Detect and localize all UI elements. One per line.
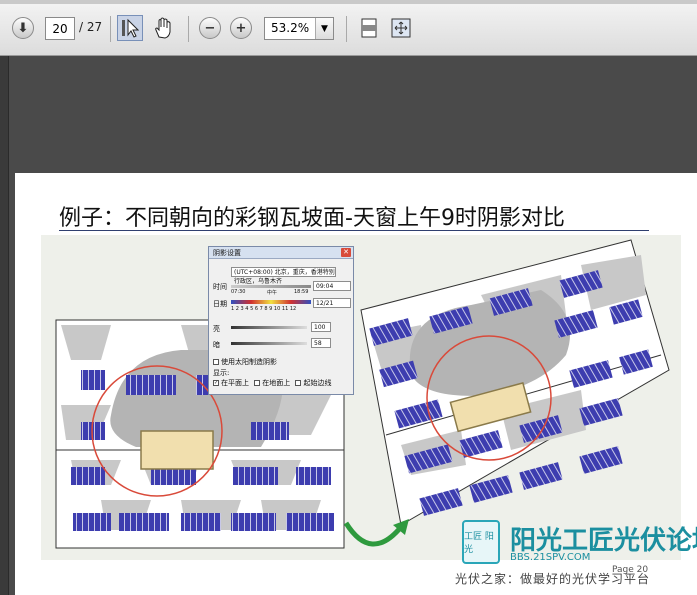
toolbar-top-strip <box>0 0 697 4</box>
fit-width-button[interactable] <box>356 15 382 41</box>
minus-icon: − <box>199 17 221 39</box>
hand-tool-button[interactable] <box>150 15 176 41</box>
timezone-select: (UTC+08:00) 北京，重庆，香港特别行政区，乌鲁木齐 <box>231 267 336 285</box>
checked-icon: ✓ <box>213 380 219 386</box>
close-icon: ✕ <box>341 248 351 257</box>
toolbar-separator <box>188 16 189 42</box>
page-number-input[interactable]: 20 <box>45 17 75 40</box>
title-underline <box>59 230 649 231</box>
time-label: 时间 <box>213 283 227 291</box>
dark-label: 暗 <box>213 341 220 349</box>
date-value: 12/21 <box>313 298 351 308</box>
shadow-comparison-figure <box>41 235 681 560</box>
footer-slogan: 光伏之家：做最好的光伏学习平台 <box>455 572 651 586</box>
north-south-roof <box>360 239 670 526</box>
checkbox-icon <box>295 380 302 386</box>
zoom-level-value: 53.2% <box>271 21 310 35</box>
time-slider <box>231 285 311 288</box>
zoom-level-select[interactable]: 53.2% ▼ <box>264 17 334 40</box>
date-slider <box>231 300 311 304</box>
light-value: 100 <box>311 322 331 332</box>
hand-icon <box>155 17 171 39</box>
dark-value: 58 <box>311 338 331 348</box>
display-label: 显示: <box>213 369 230 377</box>
arrow-down-icon: ⬇ <box>12 17 34 39</box>
time-mid: 中午 <box>267 290 278 296</box>
forum-url: BBS.21SPV.COM <box>510 552 591 563</box>
navigation-pane[interactable] <box>0 56 9 595</box>
zoom-out-button[interactable]: − <box>199 13 221 43</box>
plus-icon: + <box>230 17 252 39</box>
toolbar-separator <box>346 16 347 42</box>
next-page-button[interactable]: ⬇ <box>12 13 34 43</box>
select-tool-button[interactable] <box>117 15 143 41</box>
fit-page-button[interactable] <box>388 15 414 41</box>
zoom-in-button[interactable]: + <box>230 13 252 43</box>
time-value: 09:04 <box>313 281 351 291</box>
shadow-settings-dialog: 阴影设置 ✕ (UTC+08:00) 北京，重庆，香港特别行政区，乌鲁木齐 时间… <box>208 246 354 395</box>
light-slider <box>231 326 307 329</box>
forum-logo-icon: 工匠 阳光 <box>462 520 500 564</box>
checkbox-icon <box>254 380 261 386</box>
page-total-label: / 27 <box>79 20 103 34</box>
date-label: 日期 <box>213 300 227 308</box>
checkbox-icon <box>213 359 219 365</box>
slide-title: 例子：不同朝向的彩钢瓦坡面-天窗上午9时阴影对比 <box>59 206 565 231</box>
fit-width-icon <box>361 18 377 38</box>
light-label: 亮 <box>213 325 220 333</box>
chevron-down-icon[interactable]: ▼ <box>315 18 333 39</box>
fit-page-icon <box>391 18 411 38</box>
use-sun-option: 使用太阳制造阴影 <box>213 357 277 367</box>
dialog-title: 阴影设置 ✕ <box>209 247 353 259</box>
cursor-select-icon <box>122 18 139 38</box>
time-end: 18:59 <box>294 289 309 295</box>
toolbar-separator <box>110 16 111 42</box>
dark-slider <box>231 342 307 345</box>
roof-shadow-illustration <box>55 239 670 549</box>
pdf-toolbar: ⬇ 20 / 27 − + 53.2% ▼ <box>0 0 697 56</box>
month-ticks: 1 2 3 4 5 6 7 8 9 10 11 12 <box>231 306 297 312</box>
arrow-curve <box>343 521 403 547</box>
time-start: 07:30 <box>231 289 246 295</box>
display-options: ✓ 在平面上 在地面上 起始边线 <box>213 379 332 387</box>
